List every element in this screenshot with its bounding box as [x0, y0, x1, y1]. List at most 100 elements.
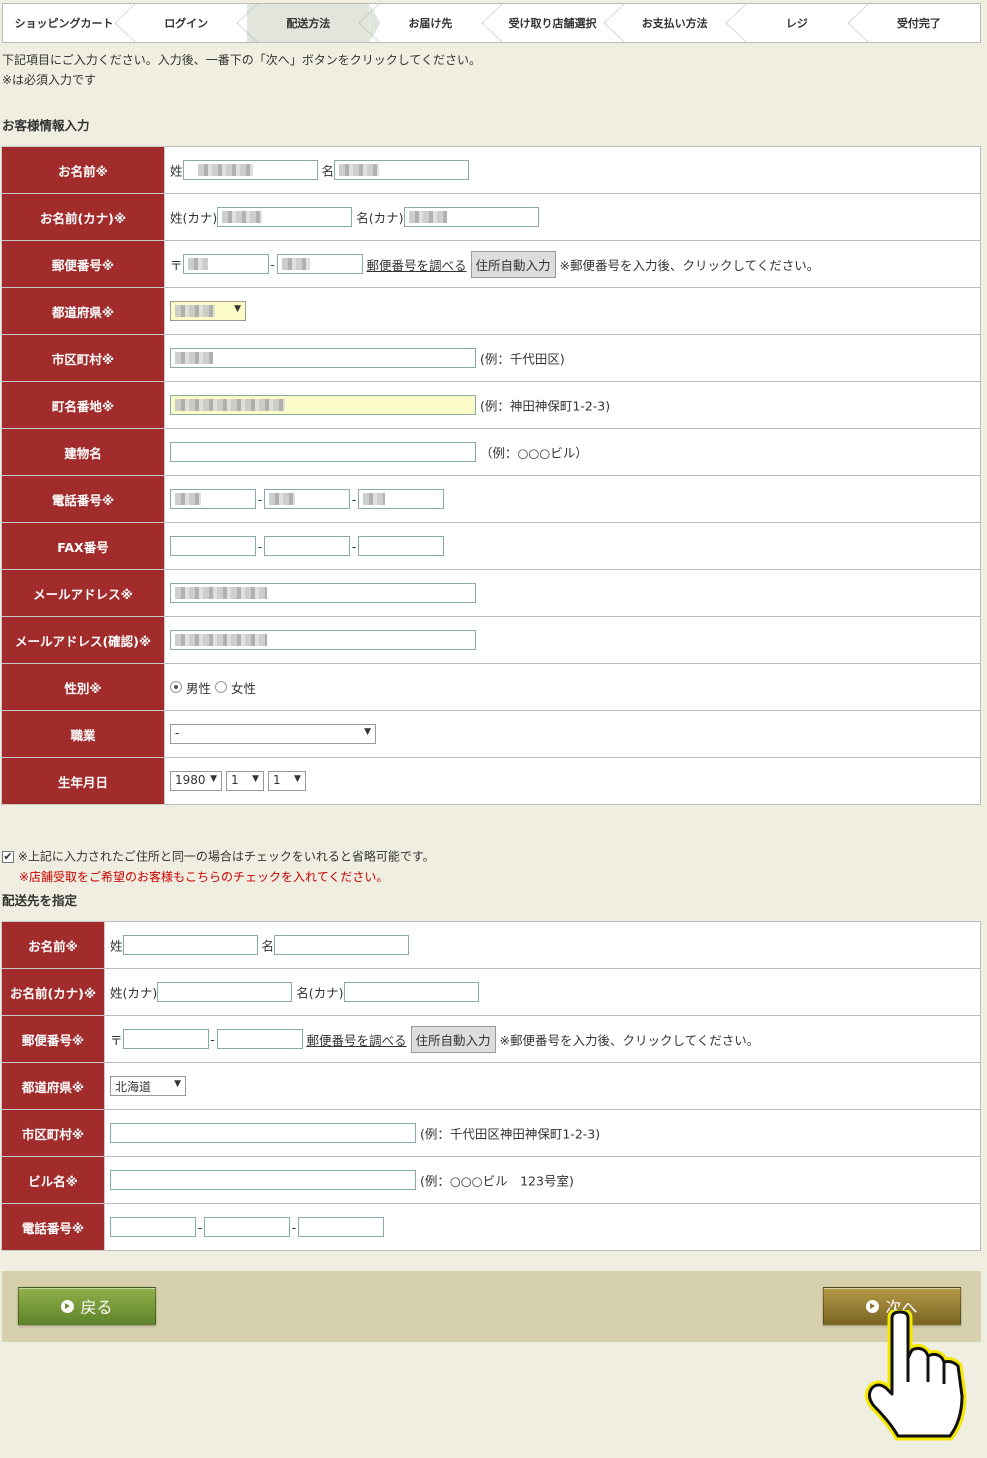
d-tel-2-input[interactable] — [204, 1217, 290, 1237]
row-zip: 郵便番号※ 〒 - 郵便番号を調べる 住所自動入力 ※郵便番号を入力後、クリックし… — [1, 240, 981, 288]
same-address-block: ✔ ※上記に入力されたご住所と同一の場合はチェックをいれると省略可能です。 ※店… — [2, 846, 435, 887]
name-label: お名前※ — [1, 146, 165, 194]
d-row-zip: 郵便番号※ 〒 - 郵便番号を調べる 住所自動入力 ※郵便番号を入力後、クリックし… — [1, 1015, 981, 1063]
same-address-checkbox[interactable]: ✔ — [2, 850, 14, 863]
row-email: メールアドレス※ — [1, 569, 981, 617]
birth-month-value: 1 — [230, 773, 239, 787]
gender-label: 性別※ — [1, 663, 165, 711]
row-prefecture: 都道府県※ ▼ — [1, 287, 981, 335]
d-row-tel: 電話番号※ -- — [1, 1203, 981, 1251]
d-zip-second-input[interactable] — [216, 1029, 303, 1049]
job-select[interactable]: - ▼ — [170, 724, 376, 744]
d-zip-lookup-link[interactable]: 郵便番号を調べる — [307, 1033, 407, 1048]
d-first-name-input[interactable] — [274, 935, 410, 955]
zip-label: 郵便番号※ — [1, 240, 165, 288]
d-address-autofill-button[interactable]: 住所自動入力 — [410, 1025, 496, 1053]
street-example: (例：神田神保町1-2-3) — [479, 398, 611, 414]
birth-month-select[interactable]: 1 ▼ — [225, 771, 264, 791]
fax-2-input[interactable] — [264, 536, 350, 556]
intro-text: 下記項目にご入力ください。入力後、一番下の「次へ」ボタンをクリックしてください。… — [2, 50, 481, 90]
birth-year-select[interactable]: 1980 ▼ — [170, 771, 222, 791]
d-first-name-kana-input[interactable] — [343, 982, 479, 1002]
city-example: (例：千代田区) — [479, 351, 565, 367]
d-row-building: ビル名※ (例：○○○ビル 123号室) — [1, 1156, 981, 1204]
first-name-kana-input[interactable] — [403, 207, 539, 227]
birth-year-value: 1980 — [175, 773, 206, 787]
email-label: メールアドレス※ — [1, 569, 165, 617]
step-cart: ショッピングカート — [3, 4, 136, 42]
male-radio[interactable] — [170, 681, 182, 693]
row-name: お名前※ 姓 名 — [1, 146, 981, 194]
d-zip-mark: 〒 — [110, 1032, 123, 1048]
tel-3-input[interactable] — [358, 489, 444, 509]
store-pickup-note: ※店舗受取をご希望のお客様もこちらのチェックを入れてください。 — [19, 869, 389, 884]
d-zip-first-input[interactable] — [122, 1029, 209, 1049]
address-autofill-button[interactable]: 住所自動入力 — [470, 250, 556, 278]
d-tel-1-input[interactable] — [110, 1217, 196, 1237]
d-prefecture-select[interactable]: 北海道 ▼ — [110, 1076, 186, 1096]
last-name-input[interactable] — [182, 160, 318, 180]
first-name-input[interactable] — [334, 160, 470, 180]
email-confirm-input[interactable] — [170, 630, 476, 650]
d-tel-3-input[interactable] — [298, 1217, 384, 1237]
back-button[interactable]: 戻る — [18, 1287, 156, 1325]
row-birth: 生年月日 1980 ▼ 1 ▼ 1 ▼ — [1, 757, 981, 805]
last-name-kana-input[interactable] — [217, 207, 353, 227]
zip-first-input[interactable] — [182, 254, 269, 274]
chevron-down-icon: ▼ — [234, 304, 241, 314]
intro-line-2: ※は必須入力です — [2, 73, 97, 87]
same-address-note: ※上記に入力されたご住所と同一の場合はチェックをいれると省略可能です。 — [17, 849, 435, 864]
zip-second-input[interactable] — [276, 254, 363, 274]
birth-day-select[interactable]: 1 ▼ — [267, 771, 306, 791]
hand-pointer-icon — [864, 1310, 967, 1441]
tel-2-input[interactable] — [264, 489, 350, 509]
d-mei-kana-label: 名(カナ) — [296, 985, 344, 1001]
zip-lookup-link[interactable]: 郵便番号を調べる — [367, 258, 467, 273]
d-last-name-kana-input[interactable] — [157, 982, 293, 1002]
female-radio[interactable] — [214, 681, 227, 693]
row-street: 町名番地※ (例：神田神保町1-2-3) — [1, 381, 981, 429]
mei-label: 名 — [321, 163, 335, 179]
customer-section-title: お客様情報入力 — [2, 118, 90, 133]
d-row-name: お名前※ 姓 名 — [1, 921, 981, 969]
pref-label: 都道府県※ — [1, 287, 165, 335]
d-name-label: お名前※ — [1, 921, 105, 969]
city-label: 市区町村※ — [1, 334, 165, 382]
delivery-form: お名前※ 姓 名 お名前(カナ)※ 姓(カナ) 名(カナ) 郵便番号※ 〒 - 郵… — [1, 921, 981, 1251]
step-store-select: 受け取り店舗選択 — [492, 4, 624, 42]
job-value: - — [175, 726, 180, 740]
job-label: 職業 — [1, 710, 165, 758]
row-gender: 性別※ 男性 女性 — [1, 663, 981, 711]
back-label: 戻る — [80, 1298, 113, 1317]
fax-label: FAX番号 — [1, 522, 165, 570]
tel-1-input[interactable] — [170, 489, 256, 509]
d-row-prefecture: 都道府県※ 北海道 ▼ — [1, 1062, 981, 1110]
zip-mark: 〒 — [170, 257, 183, 273]
chevron-down-icon: ▼ — [174, 1079, 181, 1089]
sei-kana-label: 姓(カナ) — [170, 210, 218, 226]
d-building-input[interactable] — [110, 1170, 416, 1190]
d-last-name-input[interactable] — [122, 935, 258, 955]
chevron-down-icon: ▼ — [210, 774, 217, 784]
email-input[interactable] — [170, 583, 476, 603]
d-city-input[interactable] — [110, 1123, 416, 1143]
row-building: 建物名 （例：○○○ビル） — [1, 428, 981, 476]
delivery-section-title: 配送先を指定 — [2, 893, 78, 908]
chevron-down-icon: ▼ — [364, 727, 371, 737]
fax-3-input[interactable] — [358, 536, 444, 556]
building-input[interactable] — [170, 442, 476, 462]
chevron-down-icon: ▼ — [294, 774, 301, 784]
step-register: レジ — [736, 4, 869, 42]
step-destination: お届け先 — [369, 4, 502, 42]
d-sei-kana-label: 姓(カナ) — [110, 985, 158, 1001]
street-input[interactable] — [170, 395, 476, 415]
intro-line-1: 下記項目にご入力ください。入力後、一番下の「次へ」ボタンをクリックしてください。 — [2, 53, 482, 67]
prefecture-select[interactable]: ▼ — [170, 301, 246, 321]
d-city-example: (例：千代田区神田神保町1-2-3) — [419, 1126, 601, 1142]
city-input[interactable] — [170, 348, 476, 368]
d-building-example: (例：○○○ビル 123号室) — [419, 1173, 574, 1189]
checkout-steps: ショッピングカート ログイン 配送方法 お届け先 受け取り店舗選択 お支払い方法… — [2, 3, 981, 43]
fax-1-input[interactable] — [170, 536, 256, 556]
row-job: 職業 - ▼ — [1, 710, 981, 758]
building-example: （例：○○○ビル） — [479, 445, 588, 461]
